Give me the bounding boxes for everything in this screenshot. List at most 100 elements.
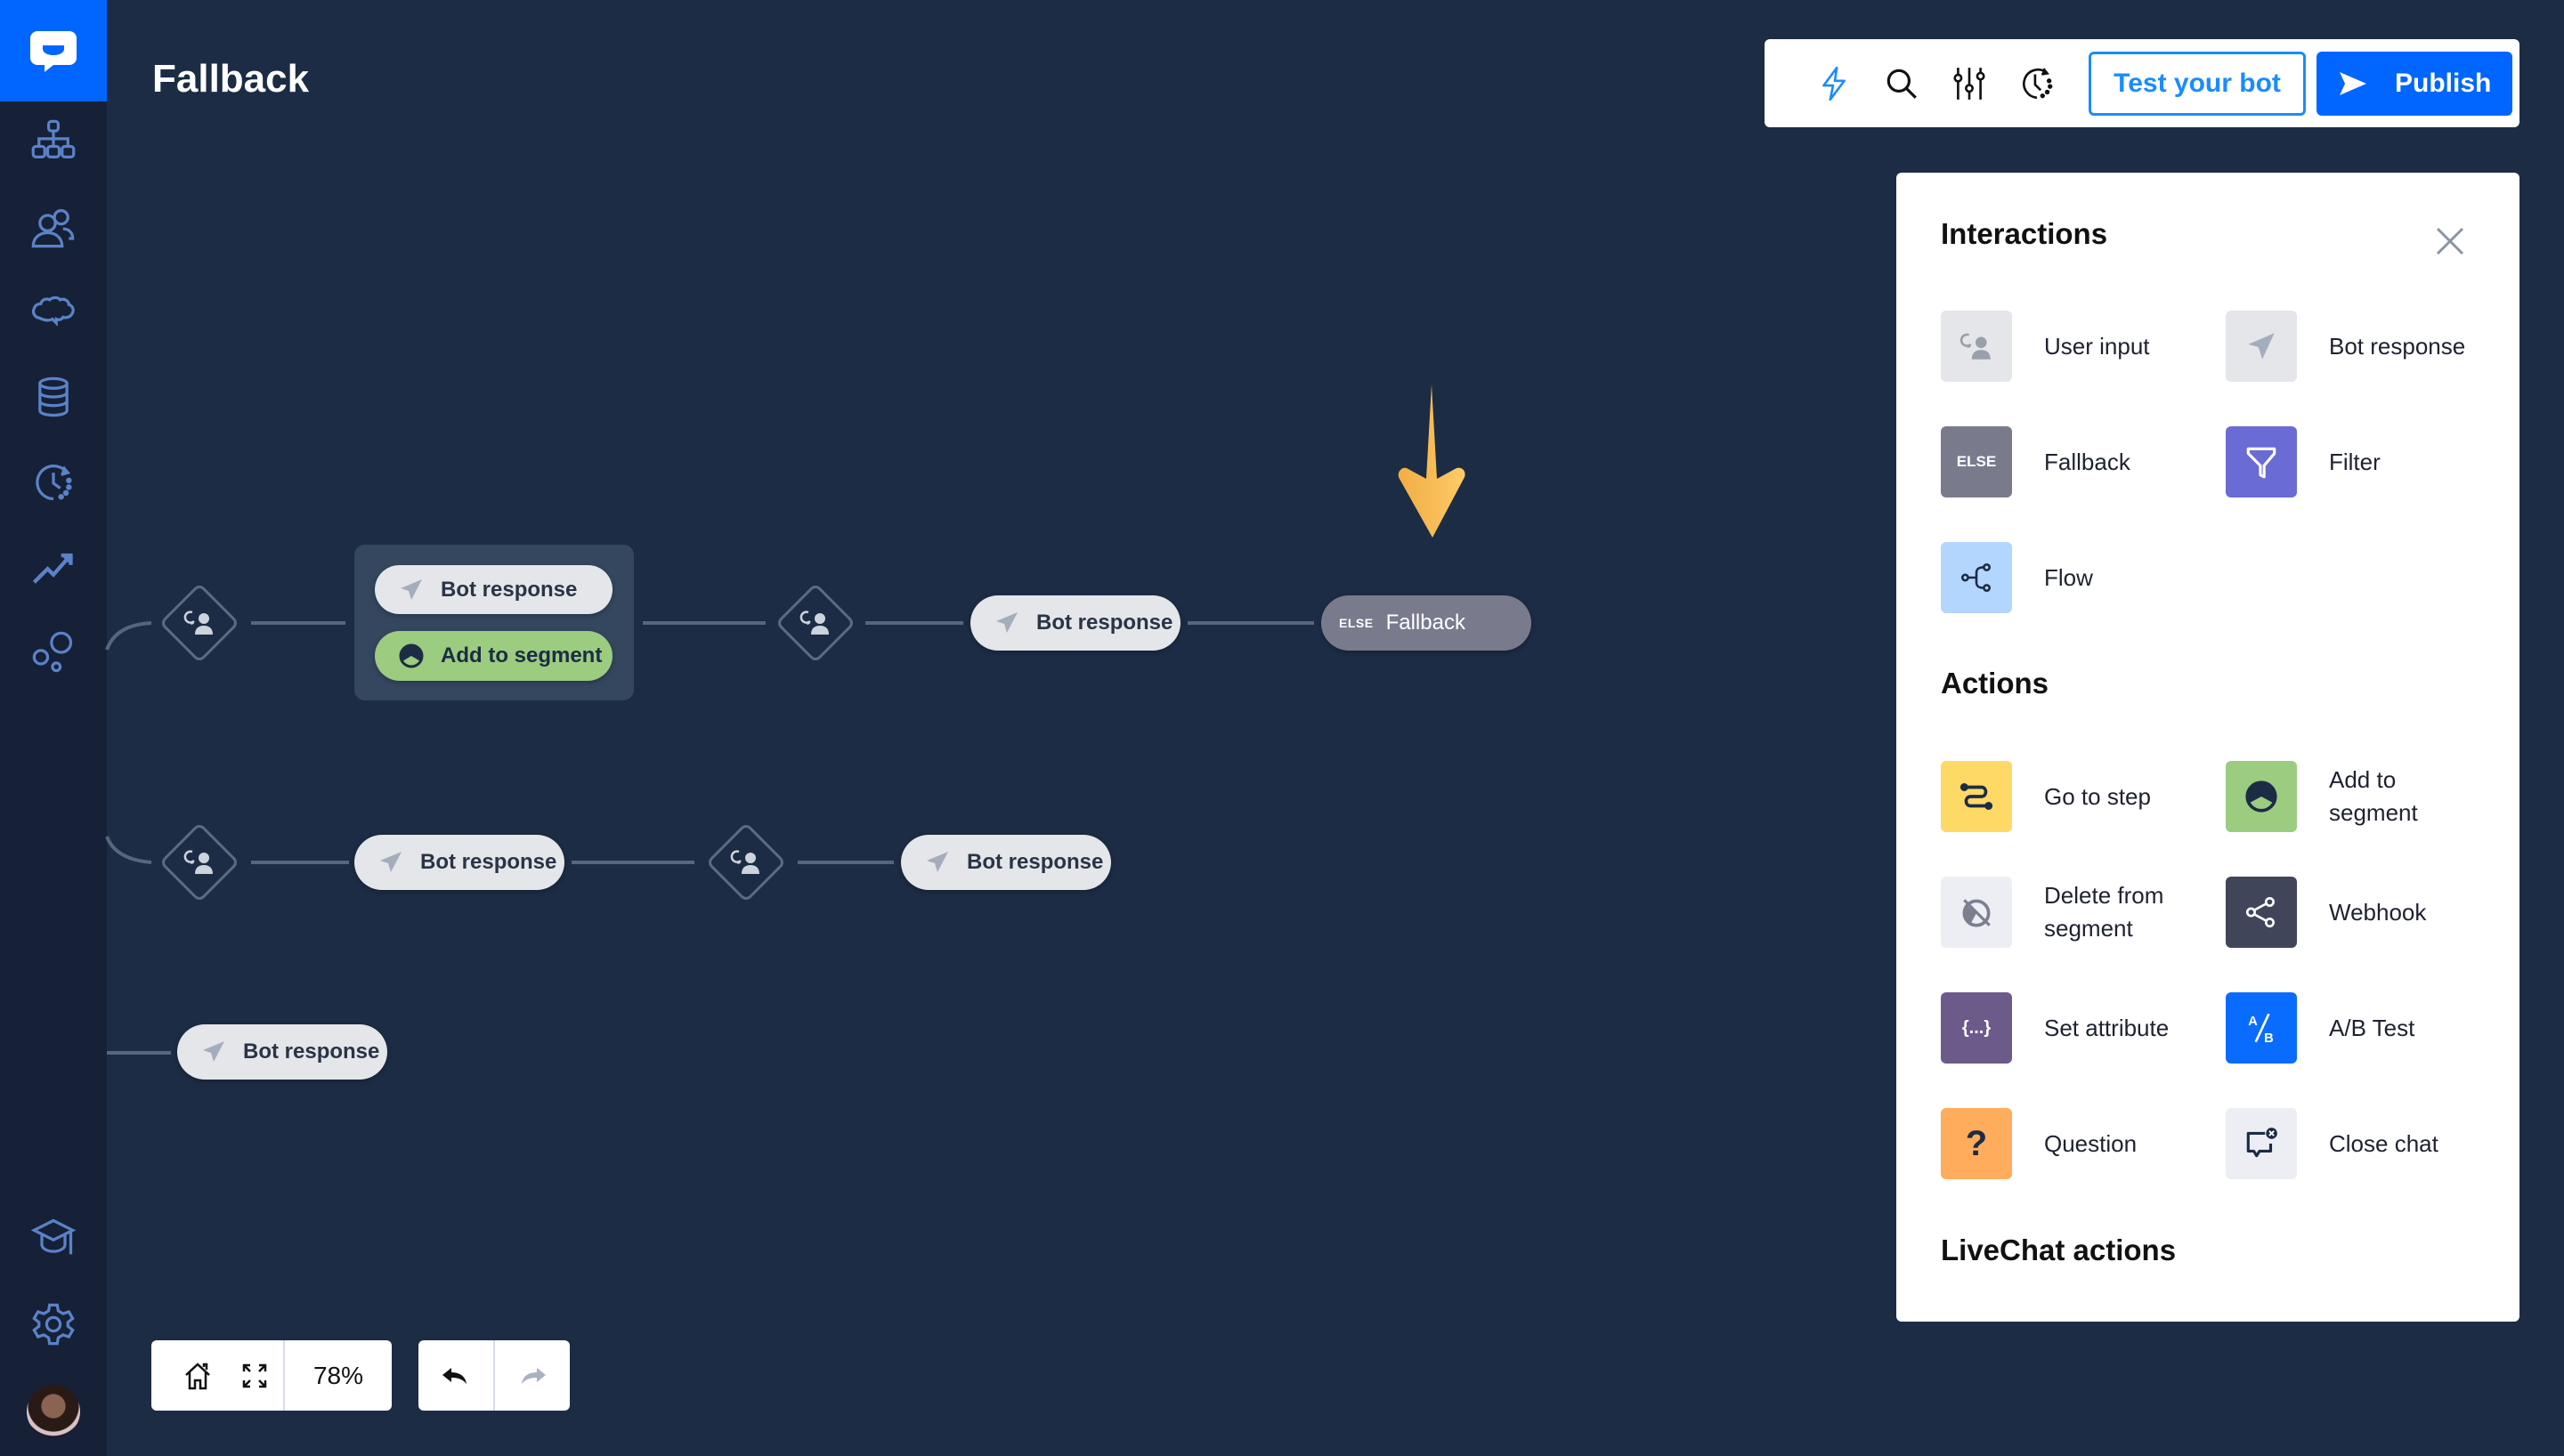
node-label: Add to segment (441, 643, 603, 667)
user-input-node[interactable] (775, 582, 856, 664)
expand-icon (242, 1363, 267, 1387)
node-label: Bot response (441, 577, 578, 602)
paper-plane-icon (203, 1041, 224, 1062)
panel-item-close-chat[interactable]: Close chat (2226, 1108, 2502, 1179)
else-icon: ELSE (1941, 426, 2012, 497)
paper-plane-icon (927, 852, 948, 872)
node-label: Bot response (243, 1039, 380, 1064)
pointer-arrow-icon (1398, 384, 1465, 538)
close-chat-icon (2226, 1108, 2297, 1179)
question-icon: ? (1941, 1108, 2012, 1179)
item-label: A/B Test (2329, 1014, 2415, 1041)
sidebar-item-integrations[interactable] (0, 617, 107, 688)
item-label: Go to step (2044, 782, 2151, 810)
item-label: Fallback (2044, 448, 2130, 475)
sidebar-item-reports[interactable] (0, 531, 107, 603)
else-tag: ELSE (1339, 616, 1374, 630)
pie-chart-icon (2226, 761, 2297, 832)
node-label: Bot response (420, 850, 557, 874)
top-toolbar: Test your bot Publish (1765, 39, 2519, 127)
item-label: Add to segment (2329, 766, 2418, 826)
sidebar-item-settings[interactable] (0, 1289, 107, 1360)
paper-plane-icon (401, 578, 422, 600)
redo-button[interactable] (495, 1340, 570, 1411)
user-avatar[interactable] (27, 1385, 80, 1438)
share-icon (2226, 877, 2297, 948)
pie-chart-icon (399, 643, 424, 668)
flow-icon (1941, 542, 2012, 613)
zoom-level[interactable]: 78% (285, 1340, 392, 1411)
item-label: Webhook (2329, 898, 2427, 926)
redo-icon (522, 1367, 546, 1384)
svg-text:B: B (2264, 1031, 2274, 1046)
publish-label: Publish (2395, 68, 2492, 98)
panel-item-user-input[interactable]: User input (1941, 311, 2217, 382)
send-icon (2340, 71, 2366, 95)
interactions-panel: Interactions User input Bot response ELS… (1896, 173, 2519, 1322)
bot-response-node[interactable]: Bot response (901, 835, 1111, 890)
item-label: Filter (2329, 448, 2381, 475)
item-label: Set attribute (2044, 1014, 2170, 1041)
history-controls (418, 1340, 570, 1411)
bot-response-node[interactable]: Bot response (970, 595, 1181, 651)
sidebar-item-academy[interactable] (0, 1202, 107, 1274)
panel-item-delete-from-segment[interactable]: Delete from segment (1941, 877, 2217, 948)
bot-response-node[interactable]: Bot response (177, 1024, 387, 1080)
node-label: Bot response (1036, 611, 1173, 635)
panel-item-ab-test[interactable]: AB A/B Test (2226, 992, 2502, 1064)
search-button[interactable] (1868, 50, 1935, 117)
fit-to-screen-button[interactable] (226, 1340, 283, 1411)
app-logo[interactable] (0, 0, 107, 101)
user-input-node[interactable] (158, 582, 240, 664)
ab-test-icon: AB (2226, 992, 2297, 1064)
trend-icon (32, 553, 73, 584)
item-label: Bot response (2329, 332, 2466, 360)
bot-response-node[interactable]: Bot response (354, 835, 564, 890)
add-to-segment-node[interactable]: Add to segment (375, 631, 613, 681)
sidebar-item-data[interactable] (0, 361, 107, 433)
panel-item-filter[interactable]: Filter (2226, 426, 2502, 497)
sliders-icon (1953, 67, 1985, 100)
test-your-bot-button[interactable]: Test your bot (2089, 51, 2306, 116)
user-input-node[interactable] (158, 821, 240, 903)
panel-item-flow[interactable]: Flow (1941, 542, 2217, 613)
item-label: Close chat (2329, 1129, 2438, 1157)
publish-button[interactable]: Publish (2317, 51, 2512, 116)
graduation-cap-icon (30, 1218, 77, 1255)
panel-item-add-to-segment[interactable]: Add to segment (2226, 761, 2502, 832)
pie-chart-off-icon (1941, 877, 2012, 948)
undo-button[interactable] (418, 1340, 493, 1411)
undo-icon (442, 1367, 467, 1384)
paper-plane-icon (380, 852, 402, 872)
user-input-node[interactable] (705, 821, 787, 903)
panel-item-set-attribute[interactable]: {...} Set attribute (1941, 992, 2217, 1064)
bubbles-icon (32, 631, 73, 673)
history-button[interactable] (2003, 50, 2071, 117)
funnel-icon (2226, 426, 2297, 497)
item-label: User input (2044, 332, 2150, 360)
braces-icon: {...} (1941, 992, 2012, 1064)
gear-icon (32, 1303, 75, 1346)
panel-item-webhook[interactable]: Webhook (2226, 877, 2502, 948)
lightning-icon (1822, 66, 1846, 101)
close-icon[interactable] (2430, 222, 2470, 261)
bot-response-node[interactable]: Bot response (375, 565, 613, 614)
quick-actions-button[interactable] (1800, 50, 1868, 117)
sidebar-item-history[interactable] (0, 447, 107, 518)
panel-item-question[interactable]: ? Question (1941, 1108, 2217, 1179)
sidebar-item-audience[interactable] (0, 191, 107, 263)
history-icon (36, 464, 72, 501)
panel-item-fallback[interactable]: ELSE Fallback (1941, 426, 2217, 497)
panel-item-go-to-step[interactable]: Go to step (1941, 761, 2217, 832)
item-label: Delete from segment (2044, 882, 2164, 942)
settings-sliders-button[interactable] (1935, 50, 2003, 117)
page-title: Fallback (152, 57, 310, 101)
sidebar-item-flows[interactable] (0, 105, 107, 176)
sidebar (0, 0, 107, 1456)
panel-item-bot-response[interactable]: Bot response (2226, 311, 2502, 382)
sidebar-item-training[interactable] (0, 277, 107, 348)
home-button[interactable] (151, 1340, 226, 1411)
fallback-node[interactable]: ELSE Fallback (1321, 595, 1531, 651)
item-label: Flow (2044, 563, 2093, 591)
user-input-icon (1941, 311, 2012, 382)
